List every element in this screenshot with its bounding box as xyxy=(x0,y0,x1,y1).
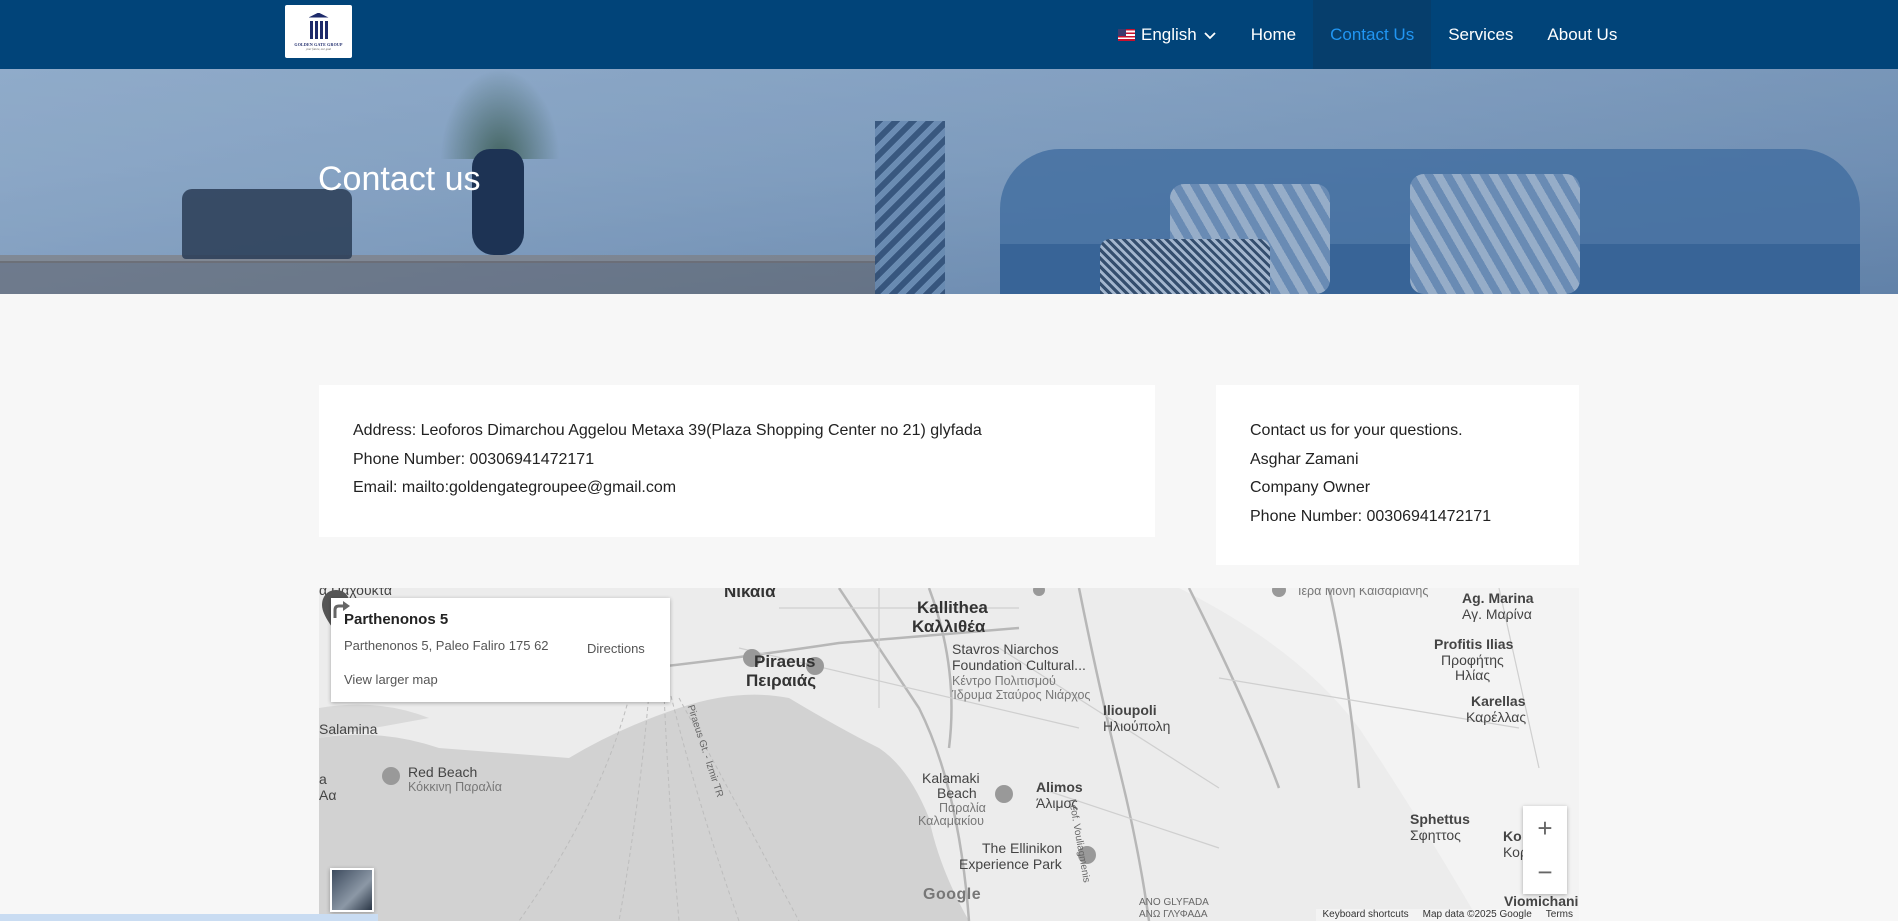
map-data-text: Map data ©2025 Google xyxy=(1422,909,1532,920)
email-text: Email: mailto:goldengategroupee@gmail.co… xyxy=(353,479,677,496)
logo-emblem-icon xyxy=(307,12,331,39)
map-label-piraeus-gr: Πειραιάς xyxy=(746,671,817,690)
map-label-ano-glyfada-gr: ΑΝΩ ΓΛΥΦΑΔΑ xyxy=(1139,909,1208,920)
terms-link[interactable]: Terms xyxy=(1546,909,1573,921)
map-label-alimos: Alimos xyxy=(1036,779,1083,795)
map-label-karellas: Karellas xyxy=(1471,693,1526,709)
nav-contact-us[interactable]: Contact Us xyxy=(1313,0,1432,69)
page-title: Contact us xyxy=(318,160,481,198)
map-attribution: Keyboard shortcuts Map data ©2025 Google… xyxy=(1316,909,1579,921)
place-title: Parthenonos 5 xyxy=(344,611,449,628)
map-label-snfcc: Stavros Niarchos xyxy=(952,641,1059,657)
map-label-ellinikon: The Ellinikon xyxy=(982,840,1063,856)
chevron-down-icon xyxy=(1204,31,1216,39)
map-label-aa: Αα xyxy=(319,787,337,803)
logo-tagline: your future, our goal xyxy=(305,46,332,51)
google-logo: Google xyxy=(923,886,982,903)
map-label-red-beach-gr: Κόκκινη Παραλία xyxy=(408,780,502,794)
map-label-kalamaki-gr-2: Καλαμακίου xyxy=(918,814,984,828)
hero-banner: Contact us xyxy=(0,69,1898,294)
map-label-profitis-gr-2: Ηλίας xyxy=(1455,667,1491,683)
us-flag-icon xyxy=(1118,28,1135,41)
map-label-piraeus: Piraeus xyxy=(754,652,816,671)
map-label-karellas-gr: Καρέλλας xyxy=(1466,709,1527,725)
zoom-controls: + − xyxy=(1523,806,1567,894)
place-info-card: Parthenonos 5 Parthenonos 5, Paleo Falir… xyxy=(331,598,670,702)
map-label-kallithea-gr: Καλλιθέα xyxy=(912,617,986,636)
map-label-sphettus: Sphettus xyxy=(1410,811,1470,827)
map-label-ilioupoli: Ilioupoli xyxy=(1103,702,1157,718)
directions-label[interactable]: Directions xyxy=(587,641,645,656)
map-label-ag-marina-gr: Αγ. Μαρίνα xyxy=(1462,606,1532,622)
map-label-red-beach: Red Beach xyxy=(408,764,478,780)
map-label-salamina: Salamina xyxy=(319,721,378,737)
nav-about-us[interactable]: About Us xyxy=(1530,0,1634,69)
map-label-sphettus-gr: Σφηττος xyxy=(1410,827,1461,843)
contact-info-card: Address: Leoforos Dimarchou Aggelou Meta… xyxy=(319,385,1155,537)
map-label-ellinikon-2: Experience Park xyxy=(959,856,1062,872)
nav-services[interactable]: Services xyxy=(1431,0,1530,69)
map-label-a: a xyxy=(319,771,327,787)
map-label-ilioupoli-gr: Ηλιούπολη xyxy=(1103,718,1171,734)
language-selector[interactable]: English xyxy=(1101,0,1234,69)
map-label-snfcc-2: Foundation Cultural... xyxy=(952,657,1086,673)
map-label-profitis: Profitis Ilias xyxy=(1434,636,1514,652)
address-text: Address: Leoforos Dimarchou Aggelou Meta… xyxy=(353,422,982,439)
map-label-ag-marina: Ag. Marina xyxy=(1462,590,1534,606)
map-label-ko: Ko xyxy=(1503,828,1522,844)
view-larger-map-link[interactable]: View larger map xyxy=(344,672,438,687)
map-label-kallithea: Kallithea xyxy=(917,598,988,617)
zoom-in-button[interactable]: + xyxy=(1523,806,1567,850)
owner-name: Asghar Zamani xyxy=(1250,450,1359,468)
map-label-viomichaniki: Viomichaniki xyxy=(1504,893,1579,909)
main-nav: English Home Contact Us Services About U… xyxy=(1101,0,1634,69)
directions-icon[interactable] xyxy=(331,598,353,620)
company-logo[interactable]: GOLDEN GATE GROUP your future, our goal xyxy=(285,5,352,58)
map-label-snfcc-gr-2: Ίδρυμα Σταύρος Νιάρχος xyxy=(952,688,1091,702)
place-address: Parthenonos 5, Paleo Faliro 175 62 xyxy=(344,638,549,653)
map-label-snfcc-gr: Κέντρο Πολιτισμού xyxy=(952,674,1056,688)
map-label-kalamaki-2: Beach xyxy=(937,785,977,801)
satellite-toggle-button[interactable] xyxy=(330,868,374,912)
language-label: English xyxy=(1141,24,1197,44)
bottom-scroll-strip xyxy=(0,914,378,921)
map-label-kaisariani: Ιερά Μονή Καισαριανής xyxy=(1298,588,1429,598)
phone-text: Phone Number: 00306941472171 xyxy=(353,450,595,468)
map-label-kalamaki-gr: Παραλία xyxy=(939,801,986,815)
owner-phone: Phone Number: 00306941472171 xyxy=(1250,507,1492,525)
map-label-profitis-gr: Προφήτης xyxy=(1441,652,1504,668)
top-navbar: GOLDEN GATE GROUP your future, our goal … xyxy=(0,0,1898,69)
google-map[interactable]: Νίκαια α Παχούκτα Kallithea Καλλιθέα Pir… xyxy=(319,588,1579,921)
keyboard-shortcuts-link[interactable]: Keyboard shortcuts xyxy=(1322,909,1408,921)
owner-role: Company Owner xyxy=(1250,479,1371,496)
map-label-nikaia: Νίκαια xyxy=(724,588,776,601)
nav-home[interactable]: Home xyxy=(1234,0,1313,69)
owner-intro: Contact us for your questions. xyxy=(1250,422,1463,439)
zoom-out-button[interactable]: − xyxy=(1523,850,1567,894)
map-label-kalamaki: Kalamaki xyxy=(922,770,980,786)
owner-info-card: Contact us for your questions. Asghar Za… xyxy=(1216,385,1579,565)
